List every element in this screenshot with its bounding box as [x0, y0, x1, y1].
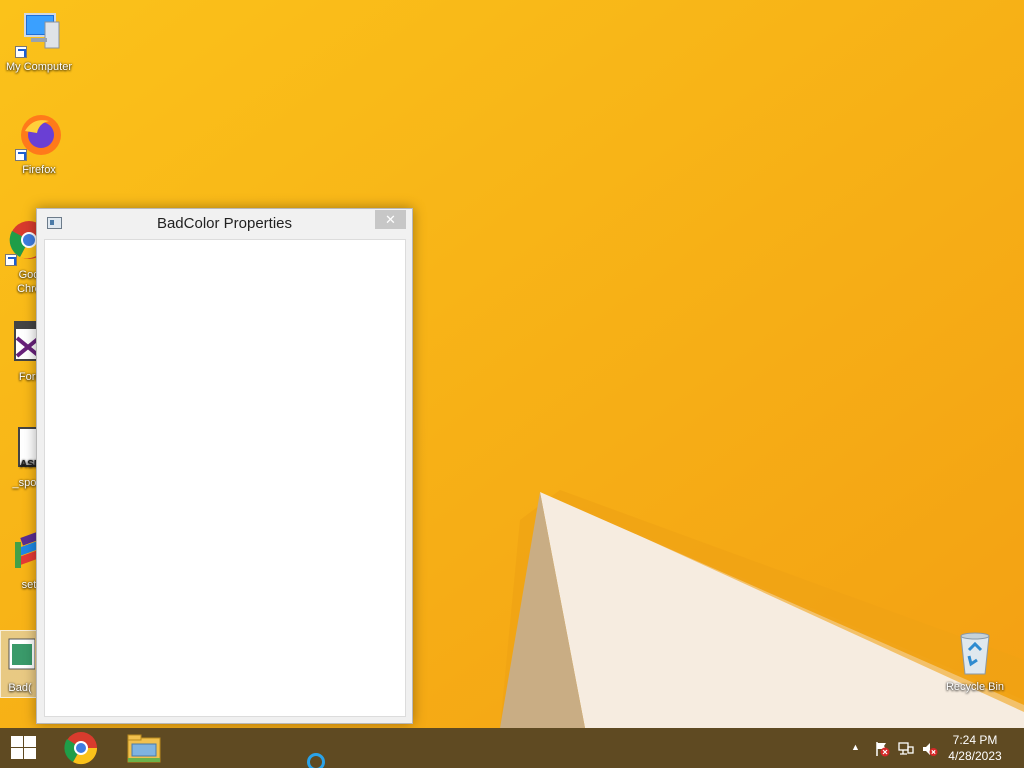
system-tray: ▲ — [848, 728, 938, 768]
desktop-icon-badcolor[interactable]: Bad( — [0, 630, 40, 698]
desktop-icon-label: Bad( — [8, 682, 32, 694]
taskbar-chrome-button[interactable] — [54, 728, 110, 768]
shortcut-arrow-icon — [15, 46, 27, 58]
cortana-icon[interactable] — [307, 753, 325, 768]
desktop-icon-recycle-bin[interactable]: Recycle Bin — [936, 630, 1014, 694]
folder-icon — [127, 734, 161, 763]
close-button[interactable]: ✕ — [375, 210, 406, 229]
window-titlebar[interactable]: BadColor Properties ✕ — [37, 209, 412, 239]
window-title: BadColor Properties — [156, 215, 293, 232]
clock-date: 4/28/2023 — [948, 749, 1002, 763]
chrome-icon — [64, 732, 98, 765]
windows-logo-icon — [11, 736, 37, 760]
window-client-area[interactable] — [44, 239, 406, 717]
taskbar-clock[interactable]: 7:24 PM 4/28/2023 — [940, 732, 1010, 764]
shortcut-arrow-icon — [5, 254, 17, 266]
start-button[interactable] — [0, 728, 48, 768]
desktop-icon-my-computer[interactable]: My Computer — [0, 10, 78, 74]
properties-window[interactable]: BadColor Properties ✕ — [36, 208, 413, 724]
desktop[interactable]: My Computer Firefox Goo Chro Forr ASM _s… — [0, 0, 1024, 728]
recycle-bin-icon — [951, 630, 999, 678]
action-center-flag-icon[interactable] — [874, 741, 890, 757]
taskbar-file-explorer-button[interactable] — [116, 728, 172, 768]
desktop-icon-label: Recycle Bin — [945, 681, 1005, 693]
desktop-icon-firefox[interactable]: Firefox — [0, 113, 78, 177]
clock-time: 7:24 PM — [952, 733, 998, 747]
firefox-icon — [15, 113, 63, 161]
shortcut-arrow-icon — [15, 149, 27, 161]
network-icon[interactable] — [898, 741, 914, 757]
chevron-up-icon: ▲ — [851, 742, 860, 752]
volume-muted-icon[interactable] — [922, 741, 938, 757]
show-hidden-icons-button[interactable]: ▲ — [851, 742, 867, 758]
desktop-icon-label: Firefox — [22, 164, 56, 176]
application-icon — [5, 631, 36, 679]
close-icon: ✕ — [385, 212, 396, 227]
desktop-icon-label: My Computer — [5, 61, 73, 73]
computer-icon — [15, 10, 63, 58]
taskbar: ▲ 7:24 PM 4/28/2023 — [0, 728, 1024, 768]
